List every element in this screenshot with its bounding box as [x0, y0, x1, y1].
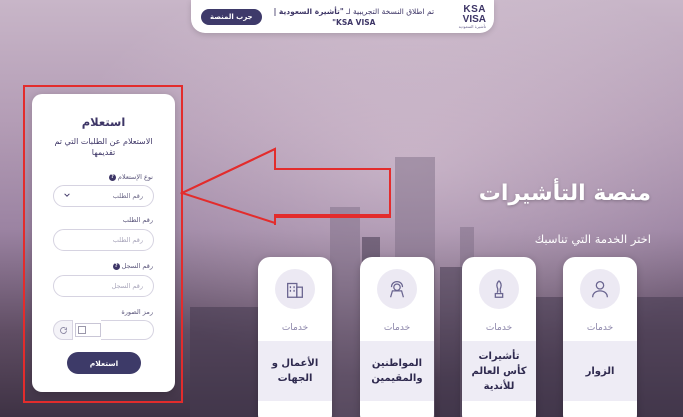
- service-card-club-world-cup[interactable]: خدمات تأشيرات كأس العالم للأندية: [462, 257, 536, 417]
- tower-silhouette: [330, 207, 360, 417]
- logo-subtitle: تأشيرة السعودية: [458, 23, 486, 29]
- service-card-business[interactable]: خدمات الأعمال و الجهات: [258, 257, 332, 417]
- service-type-label: خدمات: [485, 323, 513, 333]
- annotation-highlight-box: [23, 85, 183, 403]
- ksa-visa-logo[interactable]: KSA VISA تأشيرة السعودية: [446, 3, 486, 29]
- service-card-visitors[interactable]: خدمات الزوار: [563, 257, 637, 417]
- trophy-icon: [479, 269, 519, 309]
- service-name: تأشيرات كأس العالم للأندية: [462, 341, 536, 401]
- page-title: منصة التأشيرات: [478, 181, 651, 206]
- service-type-label: خدمات: [586, 323, 614, 333]
- service-type-label: خدمات: [383, 323, 411, 333]
- service-card-citizens[interactable]: خدمات المواطنين والمقيمين: [360, 257, 434, 417]
- visitor-icon: [580, 269, 620, 309]
- annotation-arrow: [180, 147, 391, 225]
- logo-line1: KSA: [463, 3, 486, 15]
- citizen-icon: [377, 269, 417, 309]
- banner-message-prefix: تم اطلاق النسخة التجريبية لـ: [343, 6, 435, 16]
- banner-message: تم اطلاق النسخة التجريبية لـ "تأشيرة الس…: [262, 6, 446, 28]
- tower-silhouette: [440, 267, 462, 417]
- service-name: المواطنين والمقيمين: [360, 341, 434, 401]
- try-platform-button[interactable]: جرب المنصة: [201, 8, 262, 25]
- logo-line2: VISA: [462, 13, 486, 25]
- service-type-label: خدمات: [281, 323, 309, 333]
- building-icon: [275, 269, 315, 309]
- announcement-banner: KSA VISA تأشيرة السعودية تم اطلاق النسخة…: [191, 0, 494, 33]
- service-name: الأعمال و الجهات: [258, 341, 332, 401]
- page-subtitle: اختر الخدمة التي تناسبك: [534, 232, 651, 246]
- service-name: الزوار: [563, 341, 637, 401]
